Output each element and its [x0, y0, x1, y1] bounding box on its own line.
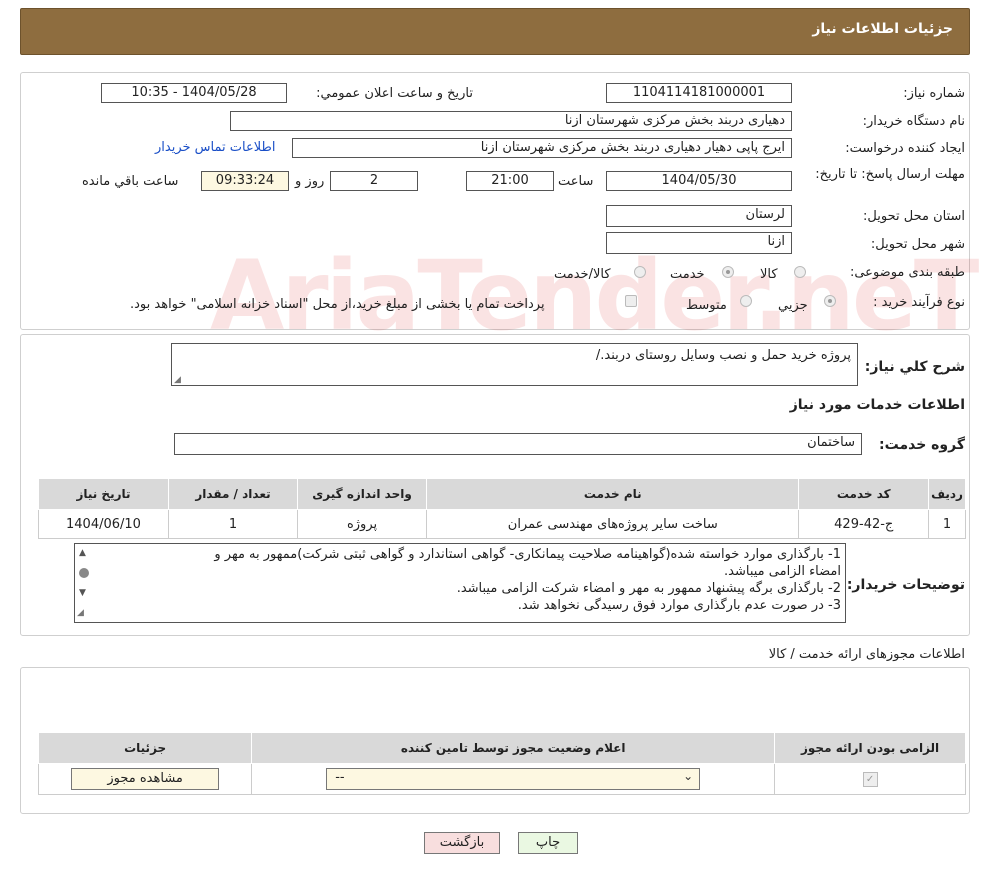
summary-textarea[interactable]: پروژه خرید حمل و نصب وسایل روستای دربند.… — [171, 343, 858, 386]
col-details: جزئیات — [37, 732, 253, 764]
category-radio-goods[interactable] — [794, 266, 806, 278]
scroll-down-icon[interactable]: ▼ — [79, 588, 86, 598]
print-button[interactable]: چاپ — [518, 832, 578, 854]
cell-details: مشاهده مجوز — [37, 763, 253, 795]
note-line: 1- بارگذاری موارد خواسته شده(گواهینامه ص… — [214, 547, 841, 562]
page-title: جزئیات اطلاعات نیاز — [812, 21, 953, 37]
status-select[interactable]: -- ⌄ — [326, 768, 701, 790]
announce-label: تاریخ و ساعت اعلان عمومي: — [316, 86, 473, 101]
remaining-time-field: 09:33:24 — [201, 171, 289, 191]
services-section-title: اطلاعات خدمات مورد نياز — [789, 397, 965, 413]
col-date: تاريخ نياز — [38, 478, 169, 510]
days-label: روز و — [295, 174, 325, 189]
note-line: 3- در صورت عدم بارگذاری موارد فوق رسیدگی… — [517, 598, 841, 613]
table-row: ✓ -- ⌄ مشاهده مجوز — [37, 763, 966, 795]
province-label: استان محل تحويل: — [863, 209, 965, 224]
resize-handle-icon[interactable]: ◢ — [174, 375, 181, 385]
province-field: لرستان — [606, 205, 792, 227]
deadline-time-label: ساعت — [558, 174, 594, 189]
view-permit-button[interactable]: مشاهده مجوز — [71, 768, 220, 790]
scroll-up-icon[interactable]: ▲ — [79, 548, 86, 558]
col-required: الزامی بودن ارائه مجوز — [774, 732, 966, 764]
cell-status: -- ⌄ — [251, 763, 776, 795]
col-qty: تعداد / مقدار — [167, 478, 299, 510]
deadline-label: مهلت ارسال پاسخ: تا تاريخ: — [815, 167, 965, 182]
cell-name: ساخت سایر پروژه‌های مهندسی عمران — [426, 509, 800, 539]
note-line: امضاء الزامی میباشد. — [724, 564, 841, 579]
buyer-notes-textarea[interactable]: 1- بارگذاری موارد خواسته شده(گواهینامه ص… — [74, 543, 846, 623]
contact-buyer-link[interactable]: اطلاعات تماس خريدار — [155, 140, 275, 155]
summary-text: پروژه خرید حمل و نصب وسایل روستای دربند.… — [595, 348, 851, 363]
remaining-label: ساعت باقي مانده — [82, 174, 179, 189]
col-unit: واحد اندازه گيری — [297, 478, 428, 510]
page-header: جزئیات اطلاعات نیاز — [20, 8, 970, 55]
need-number-field: 1104114181000001 — [606, 83, 792, 103]
buyer-notes-label: توضيحات خريدار: — [846, 577, 965, 593]
chevron-down-icon: ⌄ — [683, 769, 694, 783]
need-number-label: شماره نیاز: — [903, 86, 965, 101]
cell-unit: پروژه — [297, 509, 428, 539]
process-radio-medium[interactable] — [740, 295, 752, 307]
treasury-checkbox[interactable] — [625, 295, 637, 307]
notes-scrollbar[interactable]: ▲ ▼ ◢ — [75, 544, 93, 622]
resize-handle-icon[interactable]: ◢ — [77, 608, 84, 618]
note-line: 2- بارگذاری برگه پیشنهاد ممهور به مهر و … — [456, 581, 841, 596]
category-option-goods: کالا — [760, 267, 778, 282]
summary-label: شرح کلي نياز: — [864, 359, 965, 375]
announce-field: 1404/05/28 - 10:35 — [101, 83, 287, 103]
permits-table: الزامی بودن ارائه مجوز اعلام وضعیت مجوز … — [37, 732, 966, 795]
category-radio-goods-service[interactable] — [634, 266, 646, 278]
services-table-header: رديف کد خدمت نام خدمت واحد اندازه گيری ت… — [38, 478, 966, 510]
process-option-minor: جزيي — [778, 298, 808, 313]
scroll-thumb[interactable] — [79, 568, 89, 578]
buyer-org-field: دهیاری دربند بخش مرکزی شهرستان ازنا — [230, 111, 792, 131]
cell-required: ✓ — [774, 763, 966, 795]
category-radio-service[interactable] — [722, 266, 734, 278]
cell-date: 1404/06/10 — [38, 509, 169, 539]
category-label: طبقه بندی موضوعی: — [849, 265, 965, 280]
col-row: رديف — [928, 478, 966, 510]
deadline-time-field: 21:00 — [466, 171, 554, 191]
permits-section-title: اطلاعات مجوزهای ارائه خدمت / کالا — [768, 647, 965, 662]
col-code: کد خدمت — [798, 478, 930, 510]
col-name: نام خدمت — [426, 478, 800, 510]
process-option-medium: متوسط — [686, 298, 727, 313]
back-button[interactable]: بازگشت — [424, 832, 500, 854]
cell-qty: 1 — [167, 509, 299, 539]
cell-row: 1 — [928, 509, 966, 539]
creator-field: ایرج پاپی دهیار دهیاری دربند بخش مرکزی ش… — [292, 138, 792, 158]
process-label: نوع فرآيند خريد : — [873, 295, 965, 310]
status-select-value: -- — [335, 770, 345, 785]
permits-table-header: الزامی بودن ارائه مجوز اعلام وضعیت مجوز … — [37, 732, 966, 764]
service-group-field: ساختمان — [174, 433, 862, 455]
creator-label: ايجاد کننده درخواست: — [845, 141, 965, 156]
table-row: 1 ج-42-429 ساخت سایر پروژه‌های مهندسی عم… — [38, 509, 966, 539]
process-radio-minor[interactable] — [824, 295, 836, 307]
buyer-notes-content: 1- بارگذاری موارد خواسته شده(گواهینامه ص… — [96, 546, 841, 614]
buyer-org-label: نام دستگاه خريدار: — [862, 114, 965, 129]
service-group-label: گروه خدمت: — [879, 437, 965, 453]
process-note: پرداخت تمام يا بخشی از مبلغ خريد،از محل … — [130, 297, 545, 312]
category-option-goods-service: کالا/خدمت — [554, 267, 611, 282]
category-option-service: خدمت — [670, 267, 705, 282]
deadline-date-field: 1404/05/30 — [606, 171, 792, 191]
col-status: اعلام وضعیت مجوز توسط تامین کننده — [251, 732, 776, 764]
services-table: رديف کد خدمت نام خدمت واحد اندازه گيری ت… — [38, 478, 966, 539]
city-label: شهر محل تحويل: — [870, 237, 965, 252]
days-field: 2 — [330, 171, 418, 191]
required-checkbox: ✓ — [862, 772, 878, 787]
cell-code: ج-42-429 — [798, 509, 930, 539]
city-field: ازنا — [606, 232, 792, 254]
